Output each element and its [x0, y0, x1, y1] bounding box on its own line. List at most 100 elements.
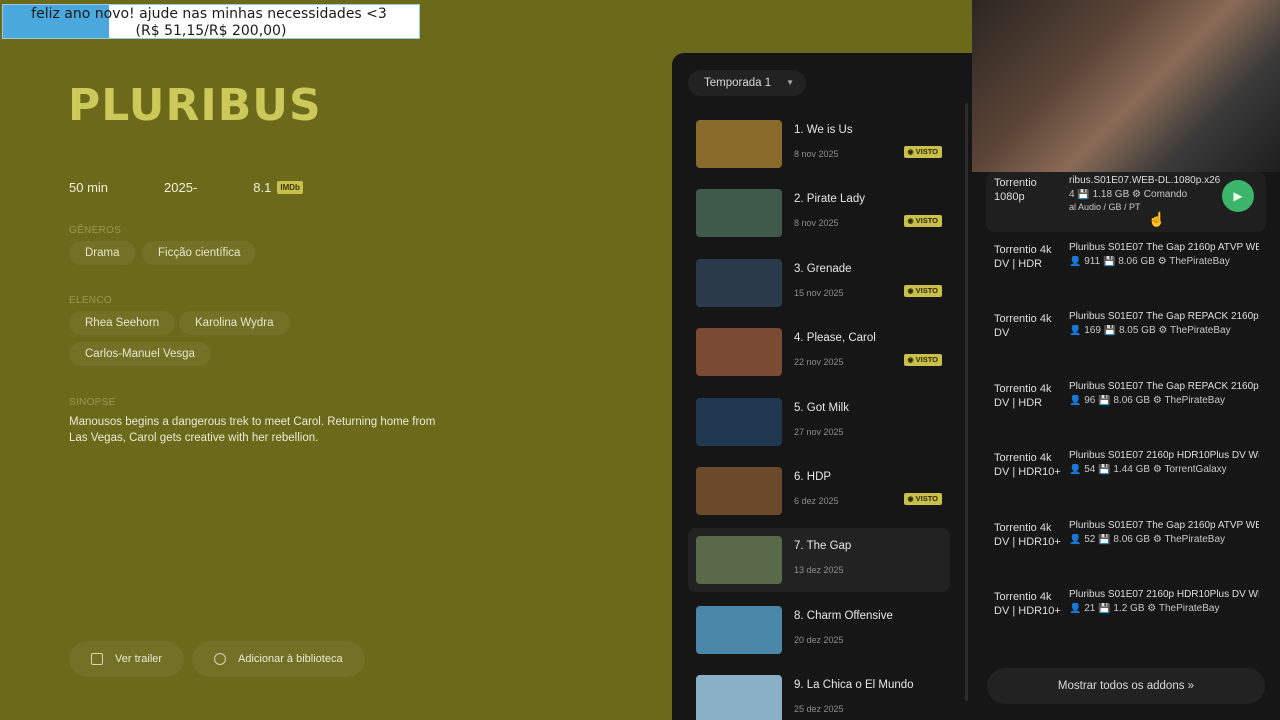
stream-item-active[interactable]: Torrentio 1080p ribus.S01E07.WEB-DL.1080… [986, 172, 1266, 232]
stream-info: 👤 911 💾 8.06 GB ⚙ ThePirateBay [1069, 256, 1259, 267]
watched-label: VISTO [915, 494, 938, 503]
donation-message: feliz ano novo! ajude nas minhas necessi… [31, 6, 387, 22]
seeders-count: 911 [1084, 256, 1101, 267]
watched-badge: ◉ VISTO [903, 215, 942, 228]
episode-date: 20 dez 2025 [794, 634, 844, 645]
donation-amount: (R$ 51,15/R$ 200,00) [135, 23, 287, 39]
stream-addon-name: Torrentio 4k DV | HDR [994, 382, 1052, 409]
stream-item[interactable]: Torrentio 4k DV | HDR Pluribus S01E07 The… [986, 239, 1266, 299]
episode-item[interactable]: 2. Pirate Lady 8 nov 2025 ◉ VISTO [688, 181, 950, 245]
watched-badge: ◉ VISTO [903, 493, 942, 505]
watched-badge: ◉ VISTO [903, 354, 942, 367]
episode-item[interactable]: 5. Got Milk 27 nov 2025 [688, 390, 950, 454]
episode-item[interactable]: 1. We is Us 8 nov 2025 ◉ VISTO [688, 112, 950, 176]
stream-addon-name: Torrentio 4k DV | HDR [994, 244, 1052, 270]
stream-item[interactable]: Torrentio 4k DV | HDR10+ Pluribus S01E07 … [986, 586, 1266, 646]
seeders-count: 169 [1084, 325, 1101, 337]
season-dropdown[interactable]: Temporada 1 ▼ [688, 70, 806, 96]
episode-date: 8 nov 2025 [794, 218, 839, 229]
chevron-down-icon: ▼ [786, 78, 794, 87]
add-to-library-button[interactable]: Adicionar à biblioteca [192, 641, 365, 677]
episode-item[interactable]: 7. The Gap 13 dez 2025 [688, 528, 950, 593]
season-label: Temporada 1 [704, 77, 772, 89]
source-name: ThePirateBay [1169, 256, 1230, 267]
episode-item[interactable]: 3. Grenade 15 nov 2025 ◉ VISTO [688, 251, 950, 315]
stream-item[interactable]: Torrentio 4k DV Pluribus S01E07 The Gap R… [986, 308, 1266, 368]
show-all-addons-button[interactable]: Mostrar todos os addons » [987, 668, 1265, 704]
episode-date: 25 dez 2025 [794, 704, 844, 715]
episode-item[interactable]: 4. Please, Carol 22 nov 2025 ◉ VISTO [688, 320, 950, 384]
source-name: ThePirateBay [1170, 325, 1231, 337]
source-icon: ⚙ [1152, 394, 1162, 406]
eye-icon: ◉ [907, 287, 914, 295]
episode-title: 5. Got Milk [794, 401, 849, 414]
source-icon: ⚙ [1158, 325, 1168, 337]
episode-thumbnail [696, 467, 782, 515]
size-icon: 💾 [1098, 394, 1111, 406]
film-icon [91, 653, 103, 665]
stream-audio-info: al Audio / GB / PT [1069, 202, 1141, 212]
webcam-overlay [972, 0, 1280, 172]
stream-info: 👤 21 💾 1.2 GB ⚙ ThePirateBay [1069, 603, 1259, 614]
source-icon: ⚙ [1152, 533, 1162, 545]
donation-goal-banner: feliz ano novo! ajude nas minhas necessi… [2, 4, 420, 39]
library-add-icon [214, 653, 226, 665]
episode-date: 6 dez 2025 [794, 496, 839, 506]
size-icon: 💾 [1098, 533, 1111, 545]
streams-panel: Torrentio 1080p ribus.S01E07.WEB-DL.1080… [972, 0, 1280, 720]
stream-addon-name: Torrentio 4k DV | HDR10+ [994, 452, 1061, 479]
episode-title: 9. La Chica o El Mundo [794, 679, 914, 692]
source-name: ThePirateBay [1158, 603, 1220, 614]
stream-addon-name: Torrentio 4k DV | HDR10+ [994, 591, 1061, 617]
stream-file-name: Pluribus S01E07 The Gap REPACK 2160p. [1069, 380, 1259, 392]
library-label: Adicionar à biblioteca [238, 653, 343, 665]
source-icon: ⚙ [1152, 464, 1162, 476]
episode-thumbnail [696, 397, 782, 446]
episodes-scrollbar[interactable] [965, 103, 968, 701]
file-size: 8.06 GB [1113, 533, 1151, 545]
episode-date: 13 dez 2025 [794, 565, 844, 576]
episode-date: 27 nov 2025 [794, 426, 844, 437]
stream-file-name: Pluribus S01E07 The Gap 2160p ATVP WE [1069, 519, 1259, 531]
genre-chip[interactable]: Ficção científica [142, 241, 257, 265]
source-name: ThePirateBay [1164, 533, 1226, 545]
synopsis-label: SINOPSE [69, 397, 116, 408]
runtime: 50 min [69, 180, 109, 195]
imdb-badge: IMDb [277, 181, 303, 194]
episode-title: 3. Grenade [794, 262, 852, 275]
stream-addon-name: Torrentio 4k DV | HDR10+ [994, 521, 1061, 548]
episode-thumbnail [696, 120, 782, 168]
episode-thumbnail [696, 605, 782, 654]
episode-title: 4. Please, Carol [794, 332, 876, 345]
episode-item[interactable]: 9. La Chica o El Mundo 25 dez 2025 [688, 667, 950, 720]
seeders-count: 96 [1084, 394, 1096, 406]
watched-label: VISTO [915, 147, 938, 156]
eye-icon: ◉ [907, 149, 914, 156]
cast-label: ELENCO [69, 295, 112, 306]
cast-chip[interactable]: Carlos-Manuel Vesga [69, 342, 211, 366]
episode-item[interactable]: 8. Charm Offensive 20 dez 2025 [688, 598, 950, 662]
genre-chip[interactable]: Drama [69, 241, 136, 265]
eye-icon: ◉ [907, 218, 914, 226]
stream-info: 👤 52 💾 8.06 GB ⚙ ThePirateBay [1069, 534, 1259, 545]
size-icon: 💾 [1103, 325, 1117, 337]
show-logo: PLURIBUS [68, 80, 322, 131]
seeders-icon: 👤 [1069, 325, 1082, 337]
play-icon[interactable]: ▶ [1222, 180, 1254, 212]
episode-item[interactable]: 6. HDP 6 dez 2025 ◉ VISTO [688, 459, 950, 523]
stream-item[interactable]: Torrentio 4k DV | HDR Pluribus S01E07 The… [986, 378, 1266, 438]
cast-chip[interactable]: Karolina Wydra [179, 311, 290, 335]
trailer-button[interactable]: Ver trailer [69, 641, 185, 677]
episodes-panel: Temporada 1 ▼ 1. We is Us 8 nov 2025 ◉ VIST… [672, 53, 972, 720]
episode-date: 8 nov 2025 [794, 149, 839, 159]
stream-item[interactable]: Torrentio 4k DV | HDR10+ Pluribus S01E07 … [986, 517, 1266, 577]
show-meta: 50 min 2025- 8.1 IMDb [69, 180, 359, 195]
episode-date: 15 nov 2025 [794, 287, 844, 298]
watched-label: VISTO [915, 216, 938, 226]
cast-chip[interactable]: Rhea Seehorn [69, 311, 176, 335]
stream-item[interactable]: Torrentio 4k DV | HDR10+ Pluribus S01E07 … [986, 447, 1266, 507]
seeders-icon: 👤 [1069, 256, 1082, 267]
mouse-cursor-icon: ☝ [1148, 211, 1166, 227]
eye-icon: ◉ [907, 496, 914, 503]
episode-title: 7. The Gap [794, 540, 852, 553]
